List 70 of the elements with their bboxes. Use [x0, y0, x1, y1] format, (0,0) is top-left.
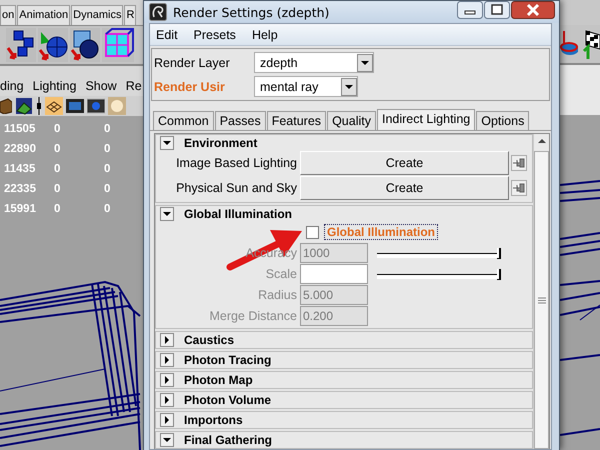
dropdown[interactable]: mental ray — [254, 76, 358, 97]
stat-value: 22890 — [4, 142, 37, 157]
divider-icon — [36, 97, 42, 115]
stat-value: 0 — [54, 182, 62, 197]
stat-value: 0 — [54, 162, 62, 177]
shelf-tab[interactable]: Dynamics — [71, 5, 124, 25]
landscape-icon[interactable] — [15, 97, 33, 115]
field-label: Image Based Lighting — [175, 156, 297, 170]
stat-value: 0 — [104, 122, 112, 137]
section-title: Photon Map — [184, 373, 253, 387]
shelf-tab[interactable]: R — [124, 5, 136, 25]
stat-value: 0 — [104, 182, 112, 197]
menu-item[interactable]: Help — [252, 28, 278, 42]
tab[interactable]: Indirect Lighting — [376, 109, 476, 130]
menu-item[interactable]: Edit — [156, 28, 178, 42]
section-title: Photon Tracing — [184, 353, 272, 367]
tab[interactable]: Passes — [214, 111, 266, 130]
stat-value: 0 — [104, 202, 112, 217]
menu-item[interactable]: ding — [0, 79, 24, 93]
section-title: Caustics — [184, 333, 234, 347]
section-title: Photon Volume — [184, 393, 272, 407]
stat-value: 0 — [104, 142, 112, 157]
app-icon — [149, 3, 167, 21]
stat-value: 0 — [54, 202, 62, 217]
checkbox[interactable] — [306, 226, 319, 238]
tab[interactable]: Common — [153, 111, 214, 130]
menu-item[interactable]: Presets — [194, 28, 236, 42]
minimize-icon[interactable] — [457, 1, 483, 19]
menu-item[interactable]: Lighting — [32, 79, 76, 93]
tab[interactable]: Quality — [327, 111, 376, 130]
stat-value: 0 — [54, 122, 62, 137]
squares-icon[interactable] — [6, 28, 36, 62]
dropdown[interactable]: zdepth — [254, 52, 374, 73]
checker-flag-icon[interactable] — [582, 29, 600, 59]
section-title: Global Illumination — [184, 207, 292, 221]
field-label: Scale — [266, 267, 297, 281]
stat-value: 22335 — [4, 182, 37, 197]
connect-icon[interactable] — [511, 155, 527, 171]
maximize-icon[interactable] — [484, 1, 510, 19]
field-label: Merge Distance — [209, 309, 297, 323]
stat-value: 0 — [104, 162, 112, 177]
caret-icon — [357, 54, 373, 72]
window-title: Render Settings (zdepth) — [173, 4, 330, 20]
tab[interactable]: Options — [476, 111, 530, 130]
cube-icon[interactable] — [102, 28, 134, 62]
close-icon[interactable] — [511, 1, 555, 19]
field-label: Render Usir — [154, 80, 226, 94]
section-title: Importons — [184, 413, 243, 427]
section-title: Final Gathering — [184, 433, 272, 447]
menu-item[interactable]: Show — [85, 79, 117, 93]
shelf-tab[interactable]: Animation — [17, 5, 70, 25]
field-label: Physical Sun and Sky — [175, 181, 297, 195]
create-button[interactable]: Create — [300, 176, 509, 200]
grid-icon[interactable] — [45, 97, 63, 115]
stat-value: 11435 — [4, 162, 36, 177]
tab[interactable]: Features — [266, 111, 326, 130]
stat-value: 0 — [54, 142, 62, 157]
stat-value: 11505 — [4, 122, 36, 137]
create-button[interactable]: Create — [300, 151, 509, 175]
shelf-tab[interactable]: on — [0, 5, 16, 25]
film-icon[interactable] — [66, 98, 84, 114]
grip-icon — [538, 296, 546, 304]
section-title: Environment — [184, 136, 258, 150]
field-label: Radius — [258, 288, 297, 302]
box-icon[interactable] — [0, 98, 12, 114]
connect-icon[interactable] — [511, 180, 527, 196]
stat-value: 15991 — [4, 202, 37, 217]
caret-icon — [341, 78, 357, 96]
menu-item[interactable]: Re — [126, 79, 142, 93]
field-label: Render Layer — [154, 56, 231, 70]
